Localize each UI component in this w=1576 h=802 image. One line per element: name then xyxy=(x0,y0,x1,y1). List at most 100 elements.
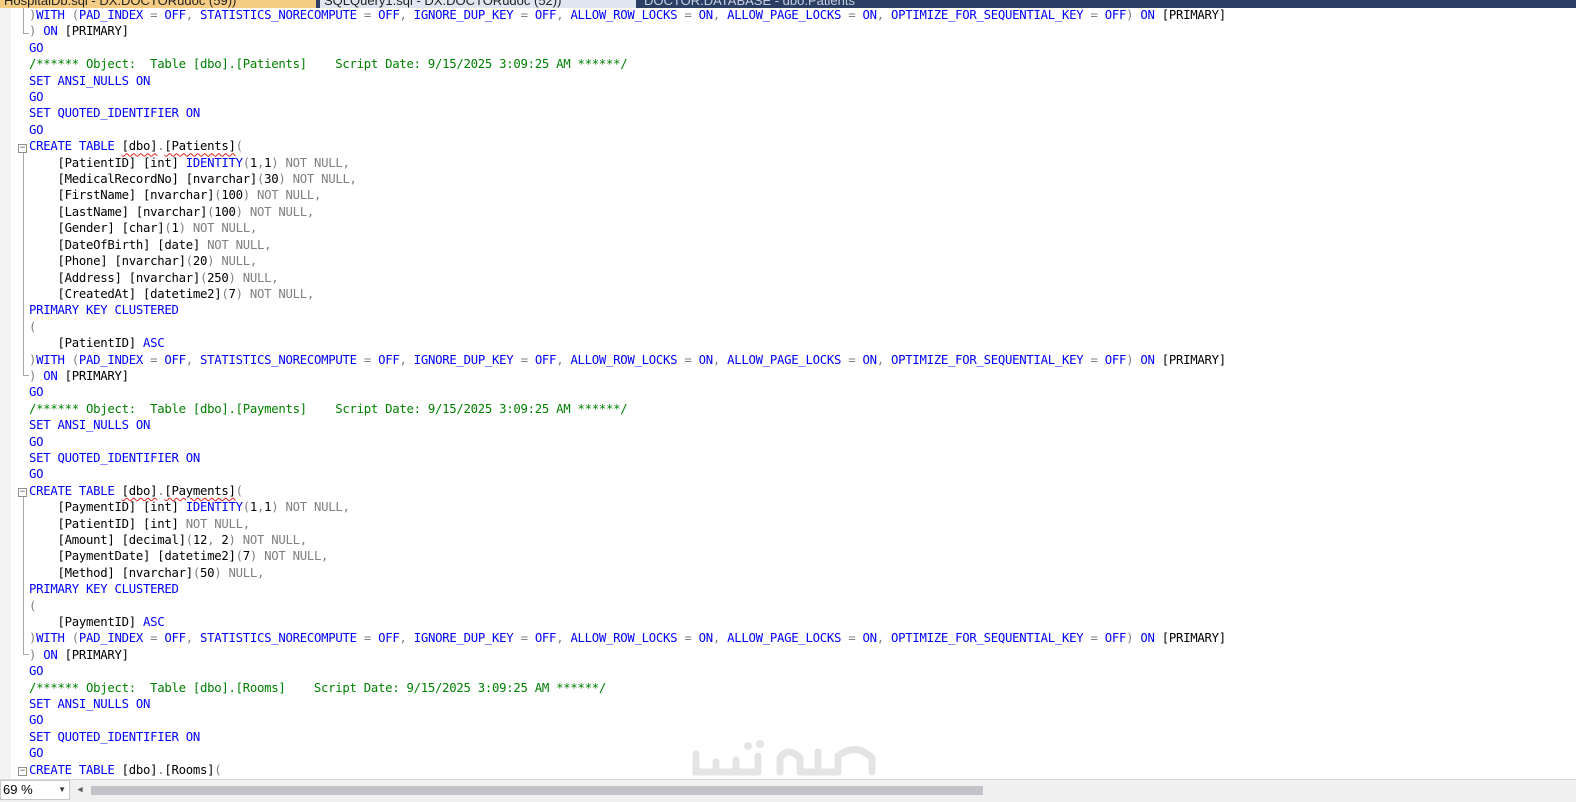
code-token: = xyxy=(848,8,863,22)
code-token: 20 xyxy=(192,254,208,269)
code-token: , xyxy=(399,631,414,646)
code-token: ANSI_NULLS xyxy=(57,418,136,433)
code-token: PAD_INDEX xyxy=(78,352,151,367)
code-line: PRIMARY KEY CLUSTERED xyxy=(29,581,1576,597)
code-token: [PatientID] xyxy=(29,336,143,351)
code-token: [dbo] xyxy=(121,483,158,498)
code-token: GO xyxy=(29,664,44,679)
code-token: ( xyxy=(235,549,243,564)
code-line: ( xyxy=(29,319,1576,335)
code-token: , xyxy=(876,8,892,22)
code-token: [LastName] [nvarchar] xyxy=(29,204,208,219)
code-token: OFF xyxy=(1104,352,1127,367)
code-token: GO xyxy=(29,40,44,55)
collapse-icon[interactable]: − xyxy=(18,488,27,497)
zoom-dropdown[interactable]: 69 % ▼ xyxy=(0,780,70,800)
code-token: , xyxy=(556,631,571,646)
code-token: ANSI_NULLS xyxy=(57,697,136,712)
code-line: ( xyxy=(29,598,1576,614)
code-line: /****** Object: Table [dbo].[Rooms] Scri… xyxy=(29,680,1576,696)
code-token: OFF xyxy=(534,631,557,646)
code-token: OFF xyxy=(164,631,186,646)
code-token: = xyxy=(848,352,863,367)
code-line: ) ON [PRIMARY] xyxy=(29,23,1576,39)
sql-editor[interactable]: )WITH (PAD_INDEX = OFF, STATISTICS_NOREC… xyxy=(29,7,1576,778)
code-token: ON xyxy=(43,647,65,662)
code-token: ON xyxy=(862,352,878,367)
code-token: [Rooms] xyxy=(164,762,215,777)
code-token: ON xyxy=(43,368,65,383)
code-token: ) NOT NULL, xyxy=(271,500,350,515)
code-token: , xyxy=(876,352,892,367)
code-line: ) WITH (PAD_INDEX = OFF, STATISTICS_NOREC… xyxy=(29,7,1576,23)
code-token: ) xyxy=(29,647,44,662)
code-line: GO xyxy=(29,434,1576,450)
code-token: 12 xyxy=(192,533,208,547)
code-token: ON xyxy=(862,8,878,22)
code-token: GO xyxy=(29,90,44,105)
code-token: [MedicalRecordNo] [nvarchar] xyxy=(29,172,257,187)
scroll-left-arrow-icon[interactable]: ◀ xyxy=(74,783,86,797)
scrollbar-thumb[interactable] xyxy=(91,786,983,795)
code-token: /****** Object: Table [dbo].[Payments] S… xyxy=(29,401,628,416)
code-token: ( xyxy=(256,172,265,187)
code-token: , xyxy=(556,352,571,367)
code-token: OFF xyxy=(164,8,186,22)
code-line: ) ON [PRIMARY] xyxy=(29,647,1576,663)
code-token: ) xyxy=(29,368,44,383)
code-line: /****** Object: Table [dbo].[Payments] S… xyxy=(29,401,1576,417)
code-token: ) xyxy=(1126,352,1141,367)
code-token: ASC xyxy=(142,336,165,351)
chevron-down-icon: ▼ xyxy=(58,785,66,794)
code-token: CREATE xyxy=(29,139,79,154)
collapse-icon[interactable]: − xyxy=(18,767,27,776)
code-line: SET ANSI_NULLS ON xyxy=(29,417,1576,433)
code-line: GO xyxy=(29,712,1576,728)
code-token: QUOTED_IDENTIFIER xyxy=(57,729,186,744)
code-token: ) NOT NULL, xyxy=(178,221,258,236)
collapse-icon[interactable]: − xyxy=(18,144,27,153)
code-token: = xyxy=(684,352,699,367)
outline-line xyxy=(23,153,24,375)
code-token: 100 xyxy=(221,188,243,203)
code-token: ON xyxy=(135,418,151,433)
code-token: [Phone] [nvarchar] xyxy=(29,254,186,269)
code-token: OPTIMIZE_FOR_SEQUENTIAL_KEY xyxy=(891,631,1091,646)
code-token: OFF xyxy=(164,352,186,367)
code-token: [PRIMARY] xyxy=(1161,8,1226,22)
code-line: GO xyxy=(29,122,1576,138)
horizontal-scrollbar[interactable]: ◀ xyxy=(74,782,1576,798)
code-line: [Amount] [decimal](12, 2) NOT NULL, xyxy=(29,532,1576,548)
code-token: ( xyxy=(71,8,79,22)
code-token: IGNORE_DUP_KEY xyxy=(413,8,521,22)
code-token: CREATE xyxy=(29,483,79,498)
code-line: [FirstName] [nvarchar](100) NOT NULL, xyxy=(29,187,1576,203)
code-token: , xyxy=(556,8,571,22)
code-token: 1 xyxy=(171,221,179,236)
code-token: 1 xyxy=(249,500,257,515)
code-token: ( xyxy=(192,565,200,580)
code-line: CREATE TABLE [dbo].[Patients]( xyxy=(29,138,1576,154)
code-token: [dbo] xyxy=(121,139,158,154)
code-token: ) NOT NULL, xyxy=(235,286,315,301)
code-token: [FirstName] [nvarchar] xyxy=(29,188,215,203)
code-token: [PRIMARY] xyxy=(1161,631,1226,646)
code-token: OFF xyxy=(1104,631,1127,646)
code-token: = xyxy=(1090,631,1105,646)
code-token: IDENTITY xyxy=(185,500,243,515)
code-token: [Amount] [decimal] xyxy=(29,533,186,547)
code-line: ) ON [PRIMARY] xyxy=(29,368,1576,384)
code-token: , xyxy=(712,8,728,22)
code-line: [Method] [nvarchar](50) NULL, xyxy=(29,565,1576,581)
code-token: [PRIMARY] xyxy=(64,368,129,383)
code-token: 7 xyxy=(228,286,236,301)
code-line: [CreatedAt] [datetime2](7) NOT NULL, xyxy=(29,286,1576,302)
code-token: [PRIMARY] xyxy=(1161,352,1226,367)
code-token: = xyxy=(848,631,863,646)
code-token: = xyxy=(363,631,379,646)
code-token: OPTIMIZE_FOR_SEQUENTIAL_KEY xyxy=(891,352,1091,367)
code-line: [PaymentDate] [datetime2](7) NOT NULL, xyxy=(29,548,1576,564)
code-token: ( xyxy=(71,631,79,646)
code-token: ) NOT NULL, xyxy=(278,172,357,187)
code-token: PRIMARY xyxy=(29,303,86,318)
